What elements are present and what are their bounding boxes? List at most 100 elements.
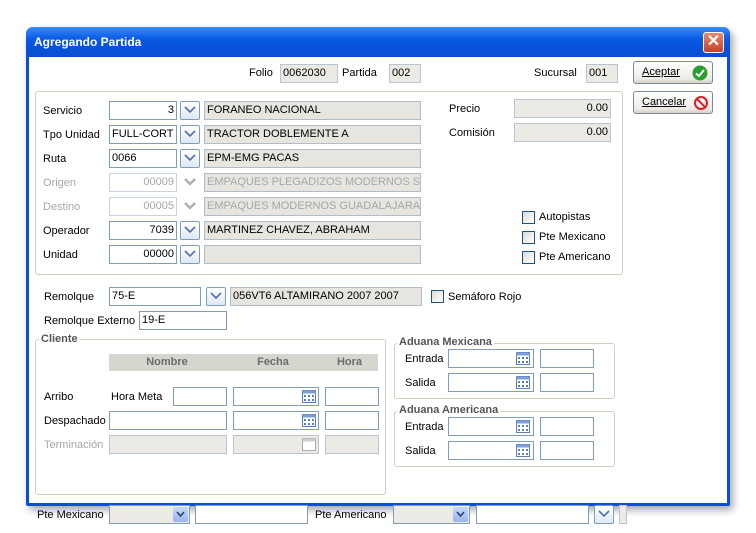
- ruta-desc: EPM-EMG PACAS: [204, 149, 421, 168]
- operador-code-input[interactable]: 7039: [109, 221, 177, 240]
- bottom-pte-americano-label: Pte Americano: [315, 509, 387, 521]
- comision-label: Comisión: [449, 127, 495, 139]
- bottom-pte-mexicano-label: Pte Mexicano: [37, 509, 104, 521]
- cancel-icon: [694, 96, 708, 110]
- chevron-down-icon: [176, 511, 185, 518]
- destino-lookup-button: [180, 197, 200, 216]
- col-header-nombre: Nombre: [109, 354, 225, 371]
- chevron-down-icon: [598, 510, 610, 518]
- ruta-lookup-button[interactable]: [180, 149, 200, 168]
- calendar-icon[interactable]: [302, 390, 316, 403]
- pte-americano-lookup-button[interactable]: [594, 505, 614, 524]
- despachado-label: Despachado: [44, 415, 106, 427]
- remolque-lookup-button[interactable]: [206, 287, 226, 306]
- pte-mexicano-select[interactable]: [109, 505, 190, 524]
- chevron-down-icon: [184, 178, 196, 186]
- pte-mexicano-input[interactable]: [195, 505, 308, 524]
- accept-button[interactable]: Aceptar: [633, 61, 713, 84]
- tpo-unidad-code-input[interactable]: FULL-CORT: [109, 125, 177, 144]
- hora-meta-label: Hora Meta: [111, 391, 163, 403]
- servicio-code-input[interactable]: 3: [109, 101, 177, 120]
- remolque-externo-label: Remolque Externo: [44, 315, 136, 327]
- destino-label: Destino: [43, 201, 81, 213]
- precio-label: Precio: [449, 103, 481, 115]
- remolque-code-input[interactable]: 75-E: [109, 287, 201, 306]
- calendar-icon[interactable]: [516, 376, 530, 389]
- pte-americano-label: Pte Americano: [539, 251, 611, 263]
- chevron-down-icon: [184, 202, 196, 210]
- cancel-button[interactable]: Cancelar: [633, 91, 713, 114]
- pte-americano-checkbox[interactable]: [522, 251, 535, 264]
- origen-label: Origen: [43, 177, 77, 189]
- unidad-desc: [204, 245, 421, 264]
- aduana-us-salida-label: Salida: [405, 445, 436, 457]
- pte-americano-select[interactable]: [393, 505, 470, 524]
- remolque-desc: 056VT6 ALTAMIRANO 2007 2007: [230, 287, 422, 306]
- terminacion-label: Terminación: [44, 439, 104, 451]
- operador-label: Operador: [43, 225, 90, 237]
- servicio-lookup-button[interactable]: [180, 101, 200, 120]
- partida-field: 002: [389, 64, 421, 83]
- semaforo-rojo-checkbox[interactable]: [431, 290, 444, 303]
- hora-meta-input[interactable]: [173, 387, 227, 406]
- col-header-hora: Hora: [321, 354, 378, 371]
- operador-lookup-button[interactable]: [180, 221, 200, 240]
- calendar-icon[interactable]: [516, 444, 530, 457]
- tpo-unidad-label: Tpo Unidad: [43, 129, 100, 141]
- autopistas-checkbox[interactable]: [522, 211, 535, 224]
- calendar-icon: [302, 438, 316, 451]
- semaforo-rojo-label: Semáforo Rojo: [448, 291, 522, 303]
- aduana-us-entrada-hora-input[interactable]: [540, 417, 594, 436]
- chevron-down-icon: [184, 250, 196, 258]
- aduana-mx-entrada-hora-input[interactable]: [540, 349, 594, 368]
- tpo-unidad-lookup-button[interactable]: [180, 125, 200, 144]
- despachado-hora-input[interactable]: [325, 411, 379, 430]
- partida-label: Partida: [342, 67, 377, 79]
- ruta-label: Ruta: [43, 153, 67, 165]
- ruta-code-input[interactable]: 0066: [109, 149, 177, 168]
- terminacion-hora-input: [325, 435, 379, 454]
- aduana-mx-entrada-label: Entrada: [405, 353, 444, 365]
- dialog-window: Agregando Partida ✕ Folio 0062030 Partid…: [26, 27, 730, 524]
- unidad-lookup-button[interactable]: [180, 245, 200, 264]
- autopistas-label: Autopistas: [539, 211, 591, 223]
- chevron-down-icon: [210, 292, 222, 300]
- pte-americano-input[interactable]: [476, 505, 589, 524]
- destino-code-input: 00005: [109, 197, 177, 216]
- remolque-externo-input[interactable]: 19-E: [139, 311, 227, 330]
- precio-field: 0.00: [514, 99, 611, 118]
- arribo-label: Arribo: [44, 391, 74, 403]
- operador-desc: MARTINEZ CHAVEZ, ABRAHAM: [204, 221, 421, 240]
- origen-lookup-button: [180, 173, 200, 192]
- dialog-body: Folio 0062030 Partida 002 Sucursal 001 A…: [29, 57, 727, 524]
- origen-code-input: 00009: [109, 173, 177, 192]
- aduana-americana-title: Aduana Americana: [397, 404, 501, 416]
- remolque-label: Remolque: [44, 291, 95, 303]
- close-button[interactable]: ✕: [703, 32, 724, 53]
- chevron-down-icon: [184, 154, 196, 162]
- despachado-nombre-input[interactable]: [109, 411, 227, 430]
- col-header-fecha: Fecha: [225, 354, 321, 371]
- window-title: Agregando Partida: [34, 35, 142, 49]
- comision-field: 0.00: [514, 123, 611, 142]
- pte-mexicano-checkbox[interactable]: [522, 231, 535, 244]
- tpo-unidad-desc: TRACTOR DOBLEMENTE A: [204, 125, 421, 144]
- unidad-code-input[interactable]: 00000: [109, 245, 177, 264]
- chevron-down-icon: [184, 226, 196, 234]
- calendar-icon[interactable]: [516, 420, 530, 433]
- aduana-mx-salida-label: Salida: [405, 377, 436, 389]
- calendar-icon[interactable]: [516, 352, 530, 365]
- arribo-hora-input[interactable]: [325, 387, 379, 406]
- aduana-mx-salida-hora-input[interactable]: [540, 373, 594, 392]
- chevron-down-icon: [456, 511, 465, 518]
- aduana-us-salida-hora-input[interactable]: [540, 441, 594, 460]
- pte-mexicano-label: Pte Mexicano: [539, 231, 606, 243]
- sucursal-label: Sucursal: [534, 67, 577, 79]
- title-bar[interactable]: Agregando Partida ✕: [26, 27, 730, 57]
- folio-label: Folio: [249, 67, 273, 79]
- cliente-group-title: Cliente: [39, 333, 80, 345]
- servicio-desc: FORANEO NACIONAL: [204, 101, 421, 120]
- chevron-down-icon: [184, 130, 196, 138]
- terminacion-nombre-input: [109, 435, 227, 454]
- calendar-icon[interactable]: [302, 414, 316, 427]
